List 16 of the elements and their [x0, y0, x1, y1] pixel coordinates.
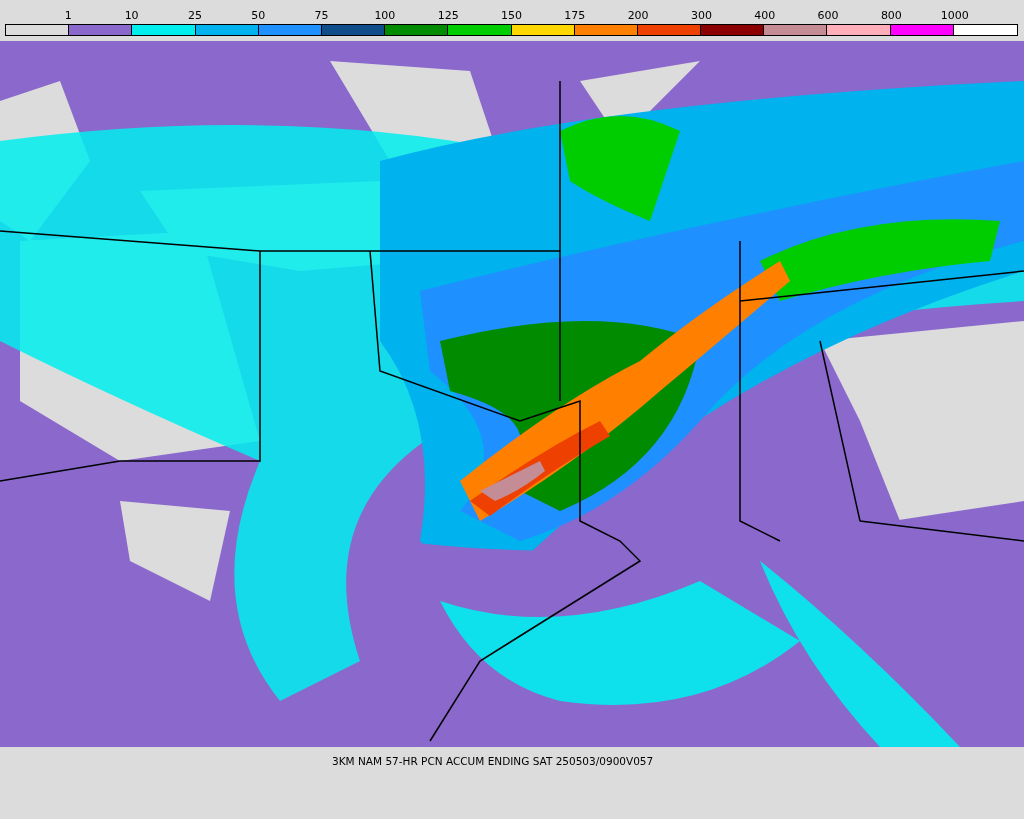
- legend-label: 300: [690, 9, 712, 22]
- legend-label: 125: [437, 9, 459, 22]
- legend-label: 600: [817, 9, 839, 22]
- legend-label: 800: [880, 9, 902, 22]
- map-caption: 3KM NAM 57-HR PCN ACCUM ENDING SAT 250503/0900V057: [331, 754, 654, 767]
- legend-label: 400: [754, 9, 776, 22]
- legend-label: 1000: [940, 9, 969, 22]
- legend-label: 100: [374, 9, 396, 22]
- legend-label: 75: [314, 9, 329, 22]
- legend-label: 150: [501, 9, 522, 22]
- legend-label: 50: [251, 9, 266, 22]
- legend-label: 10: [124, 9, 139, 22]
- legend-label: 200: [627, 9, 649, 22]
- legend-label: 1: [64, 9, 72, 22]
- legend-label: 175: [564, 9, 586, 22]
- legend-label: 25: [187, 9, 202, 22]
